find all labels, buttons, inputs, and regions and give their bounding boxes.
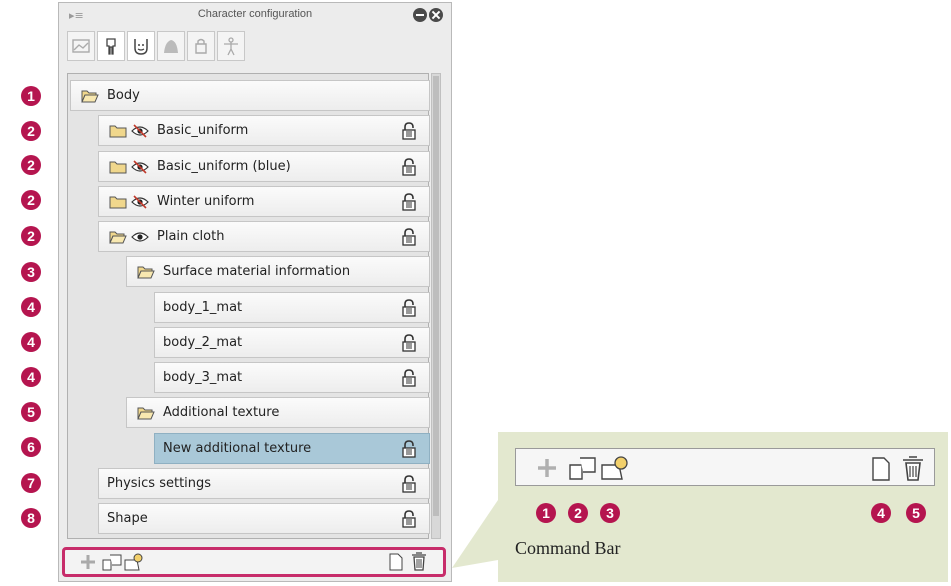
callout-badge-material-folder: 3: [600, 503, 620, 523]
add-icon[interactable]: [536, 457, 558, 479]
trash-icon[interactable]: [901, 454, 925, 482]
callout-badge-duplicate: 4: [871, 503, 891, 523]
duplicate-icon[interactable]: [871, 457, 891, 481]
callout-badge-trash: 5: [906, 503, 926, 523]
new-folder-icon[interactable]: [568, 455, 598, 481]
callout-badge-new-folder: 2: [568, 503, 588, 523]
material-folder-icon[interactable]: [600, 455, 630, 481]
callout-badge-add: 1: [536, 503, 556, 523]
command-bar-caption: Command Bar: [515, 538, 621, 558]
command-bar-enlarged: [515, 448, 935, 486]
